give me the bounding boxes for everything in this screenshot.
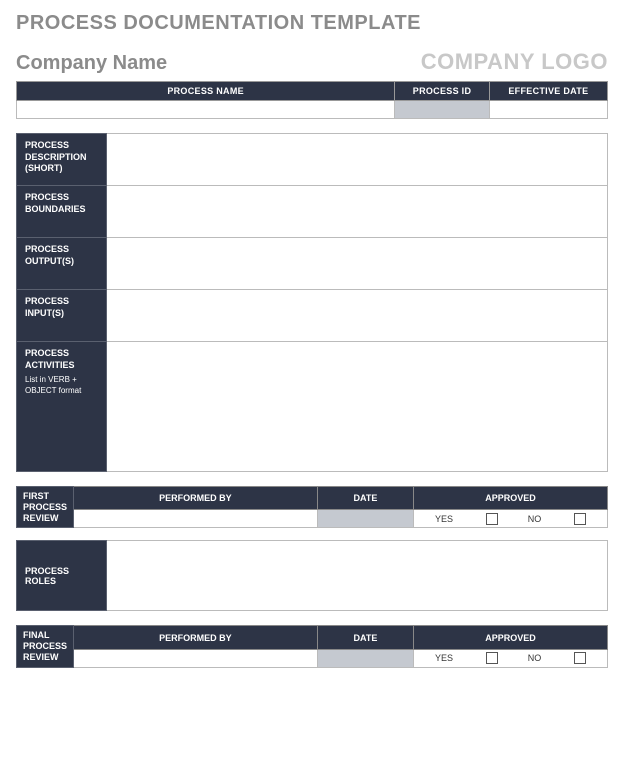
final-approved-header: APPROVED: [414, 626, 608, 649]
first-review-label: FIRST PROCESS REVIEW: [17, 487, 74, 528]
final-review-label: FINAL PROCESS REVIEW: [17, 626, 74, 667]
first-no-checkbox[interactable]: [574, 513, 586, 525]
company-logo: COMPANY LOGO: [421, 49, 608, 75]
first-no-label: NO: [528, 514, 542, 524]
process-activities-field[interactable]: [107, 342, 608, 472]
first-approved-cell: YES NO: [414, 510, 608, 528]
effective-date-header: EFFECTIVE DATE: [489, 82, 607, 101]
first-performed-by-field[interactable]: [74, 510, 318, 528]
final-performed-by-field[interactable]: [74, 649, 318, 667]
final-no-label: NO: [528, 653, 542, 663]
first-yes-label: YES: [435, 514, 453, 524]
process-roles-label: PROCESS ROLES: [17, 541, 107, 611]
process-id-field[interactable]: [395, 101, 490, 119]
process-boundaries-field[interactable]: [107, 186, 608, 238]
company-name: Company Name: [16, 52, 167, 75]
process-inputs-field[interactable]: [107, 290, 608, 342]
company-header: Company Name COMPANY LOGO: [16, 49, 608, 75]
process-outputs-field[interactable]: [107, 238, 608, 290]
document-title: PROCESS DOCUMENTATION TEMPLATE: [16, 12, 608, 35]
first-yes-checkbox[interactable]: [486, 513, 498, 525]
process-description-field[interactable]: [107, 134, 608, 186]
process-description-label: PROCESS DESCRIPTION (SHORT): [17, 134, 107, 186]
process-details-table: PROCESS DESCRIPTION (SHORT) PROCESS BOUN…: [16, 133, 608, 472]
first-review-table: FIRST PROCESS REVIEW PERFORMED BY DATE A…: [16, 486, 608, 528]
process-activities-label: PROCESS ACTIVITIES List in VERB + OBJECT…: [17, 342, 107, 472]
final-review-table: FINAL PROCESS REVIEW PERFORMED BY DATE A…: [16, 625, 608, 667]
process-info-table: PROCESS NAME PROCESS ID EFFECTIVE DATE: [16, 81, 608, 119]
first-date-field[interactable]: [317, 510, 413, 528]
final-performed-by-header: PERFORMED BY: [74, 626, 318, 649]
process-boundaries-label: PROCESS BOUNDARIES: [17, 186, 107, 238]
final-date-field[interactable]: [317, 649, 413, 667]
process-roles-field[interactable]: [107, 541, 608, 611]
performed-by-header: PERFORMED BY: [74, 487, 318, 510]
final-yes-checkbox[interactable]: [486, 652, 498, 664]
process-outputs-label: PROCESS OUTPUT(S): [17, 238, 107, 290]
date-header: DATE: [317, 487, 413, 510]
process-name-field[interactable]: [17, 101, 395, 119]
activities-note: List in VERB + OBJECT format: [25, 375, 98, 396]
final-yes-label: YES: [435, 653, 453, 663]
process-roles-table: PROCESS ROLES: [16, 540, 608, 611]
process-name-header: PROCESS NAME: [17, 82, 395, 101]
process-id-header: PROCESS ID: [395, 82, 490, 101]
approved-header: APPROVED: [414, 487, 608, 510]
activities-heading: PROCESS ACTIVITIES: [25, 348, 75, 370]
process-inputs-label: PROCESS INPUT(S): [17, 290, 107, 342]
final-date-header: DATE: [317, 626, 413, 649]
final-approved-cell: YES NO: [414, 649, 608, 667]
final-no-checkbox[interactable]: [574, 652, 586, 664]
effective-date-field[interactable]: [489, 101, 607, 119]
